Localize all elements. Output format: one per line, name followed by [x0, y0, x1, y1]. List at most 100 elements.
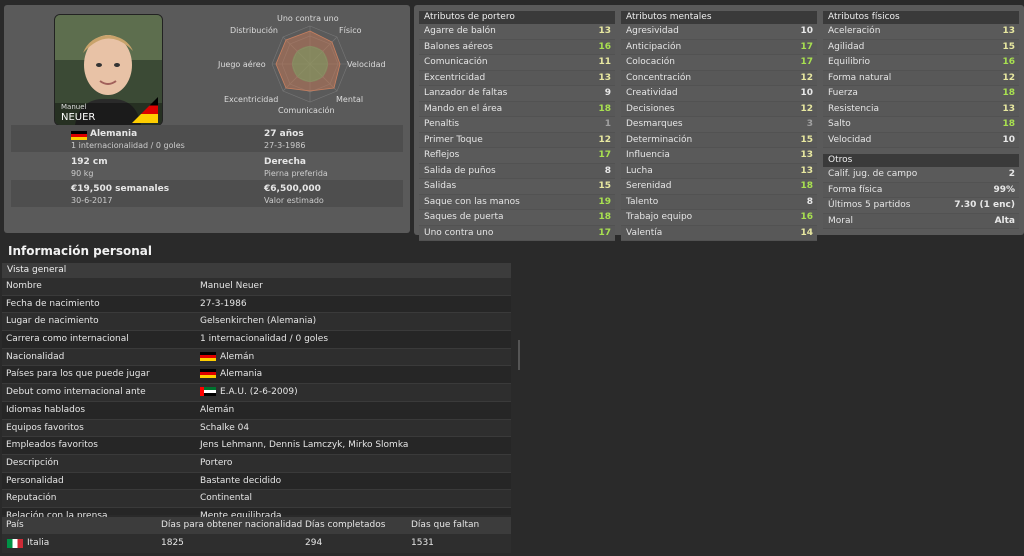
physical-attributes-box: Atributos físicos Aceleración 13 Agilidad 1… — [823, 11, 1019, 148]
attribute-row[interactable]: Fuerza 18 — [823, 86, 1019, 102]
attribute-value: 13 — [800, 165, 813, 176]
attribute-row[interactable]: Saque con las manos 19 — [419, 194, 615, 210]
attribute-row[interactable]: Calif. jug. de campo 2 — [823, 167, 1019, 183]
info-value: Manuel Neuer — [200, 281, 263, 291]
info-row[interactable]: Idiomas hablados Alemán — [2, 402, 511, 420]
attribute-row[interactable]: Salto 18 — [823, 117, 1019, 133]
attribute-row[interactable]: Agresividad 10 — [621, 24, 817, 40]
country-cell: Italia — [27, 538, 50, 548]
attribute-label: Fuerza — [828, 88, 858, 98]
attribute-row[interactable]: Desmarques 3 — [621, 117, 817, 133]
attribute-label: Excentricidad — [424, 72, 486, 83]
attribute-label: Calif. jug. de campo — [828, 169, 918, 179]
attribute-row[interactable]: Lanzador de faltas 9 — [419, 86, 615, 102]
attribute-row[interactable]: Determinación 15 — [621, 132, 817, 148]
dob-text: 27-3-1986 — [264, 141, 306, 150]
attribute-row[interactable]: Velocidad 10 — [823, 132, 1019, 148]
attribute-row[interactable]: Lucha 13 — [621, 163, 817, 179]
attribute-row[interactable]: Decisiones 12 — [621, 101, 817, 117]
table-row[interactable]: Italia 1825 294 1531 — [2, 534, 511, 553]
attribute-row[interactable]: Comunicación 11 — [419, 55, 615, 71]
attribute-label: Concentración — [626, 72, 692, 83]
info-row[interactable]: Equipos favoritos Schalke 04 — [2, 419, 511, 438]
attribute-row[interactable]: Resistencia 13 — [823, 101, 1019, 117]
attribute-row[interactable]: Reflejos 17 — [419, 148, 615, 164]
attribute-value: 16 — [800, 212, 813, 222]
attribute-row[interactable]: Excentricidad 13 — [419, 70, 615, 86]
radar-label-juego-aereo: Juego aéreo — [218, 60, 266, 69]
attribute-row[interactable]: Concentración 12 — [621, 70, 817, 86]
attribute-label: Influencia — [626, 150, 670, 160]
attribute-row[interactable]: Trabajo equipo 16 — [621, 210, 817, 226]
attribute-label: Colocación — [626, 57, 675, 67]
attribute-row[interactable]: Mando en el área 18 — [419, 101, 615, 117]
attribute-row[interactable]: Aceleración 13 — [823, 24, 1019, 40]
attribute-row[interactable]: Primer Toque 12 — [419, 132, 615, 148]
attribute-value: 1 — [604, 119, 611, 129]
wage-text: €19,500 semanales — [71, 184, 170, 194]
header-days-done[interactable]: Días completados — [305, 517, 385, 534]
info-value-text: Alemania — [220, 369, 263, 380]
attribute-row[interactable]: Serenidad 18 — [621, 179, 817, 195]
attribute-row[interactable]: Moral Alta — [823, 213, 1019, 229]
attribute-row[interactable]: Creatividad 10 — [621, 86, 817, 102]
attribute-row[interactable]: Salida de puños 8 — [419, 163, 615, 179]
attribute-row[interactable]: Agilidad 15 — [823, 39, 1019, 55]
attribute-row[interactable]: Balones aéreos 16 — [419, 39, 615, 55]
attribute-value: 17 — [598, 227, 611, 238]
info-label: Personalidad — [6, 475, 64, 486]
attribute-label: Primer Toque — [424, 134, 483, 145]
attribute-row[interactable]: Colocación 17 — [621, 55, 817, 71]
info-row[interactable]: Reputación Continental — [2, 490, 511, 508]
attribute-label: Lucha — [626, 165, 653, 176]
info-row[interactable]: Debut como internacional ante E.A.U. (2-6… — [2, 384, 511, 402]
attribute-row[interactable]: Agarre de balón 13 — [419, 24, 615, 40]
info-value-text: Alemán — [220, 351, 255, 362]
attribute-value: 16 — [598, 41, 611, 52]
attribute-label: Forma natural — [828, 72, 892, 83]
attribute-row[interactable]: Salidas 15 — [419, 179, 615, 195]
info-row[interactable]: Lugar de nacimiento Gelsenkirchen (Aleman… — [2, 313, 511, 332]
attribute-label: Resistencia — [828, 103, 879, 114]
attribute-row[interactable]: Forma natural 12 — [823, 70, 1019, 86]
attribute-row[interactable]: Valentía 14 — [621, 225, 817, 241]
info-row[interactable]: Descripción Portero — [2, 454, 511, 473]
attribute-row[interactable]: Equilibrio 16 — [823, 55, 1019, 71]
header-days-needed[interactable]: Días para obtener nacionalidad — [161, 517, 302, 534]
info-label: Reputación — [6, 493, 57, 504]
info-row[interactable]: Personalidad Bastante decidido — [2, 473, 511, 491]
info-row[interactable]: Países para los que puede jugar Alemania — [2, 366, 511, 385]
mental-attributes-box: Atributos mentales Agresividad 10 Anticipa… — [621, 11, 817, 241]
attribute-label: Mando en el área — [424, 103, 503, 114]
info-row[interactable]: Nombre Manuel Neuer — [2, 278, 511, 296]
info-row[interactable]: Nacionalidad Alemán — [2, 348, 511, 367]
attribute-value: 18 — [800, 181, 813, 191]
attribute-value: 7.30 (1 enc) — [954, 200, 1015, 210]
info-value: Bastante decidido — [200, 475, 282, 486]
attribute-row[interactable]: Forma física 99% — [823, 182, 1019, 198]
attribute-row[interactable]: Influencia 13 — [621, 148, 817, 164]
attribute-row[interactable]: Últimos 5 partidos 7.30 (1 enc) — [823, 198, 1019, 214]
physical-attributes-title: Atributos físicos — [823, 11, 1019, 24]
personal-info-heading: Información personal — [8, 244, 152, 258]
attribute-label: Agarre de balón — [424, 26, 496, 36]
attribute-label: Saques de puerta — [424, 212, 504, 222]
attribute-label: Salida de puños — [424, 165, 496, 176]
preferred-foot-text: Derecha — [264, 157, 306, 167]
header-days-left[interactable]: Días que faltan — [411, 517, 479, 534]
attribute-value: 13 — [598, 26, 611, 36]
splitter-handle[interactable] — [518, 340, 520, 370]
attribute-row[interactable]: Saques de puerta 18 — [419, 210, 615, 226]
attribute-value: 13 — [800, 150, 813, 160]
attribute-row[interactable]: Uno contra uno 17 — [419, 225, 615, 241]
attribute-row[interactable]: Penaltis 1 — [419, 117, 615, 133]
days-left-cell: 1531 — [411, 538, 434, 548]
info-row[interactable]: Fecha de nacimiento 27-3-1986 — [2, 296, 511, 314]
info-row[interactable]: Empleados favoritos Jens Lehmann, Dennis … — [2, 437, 511, 455]
attribute-row[interactable]: Talento 8 — [621, 194, 817, 210]
header-country[interactable]: País — [6, 517, 24, 534]
attribute-row[interactable]: Anticipación 17 — [621, 39, 817, 55]
info-row[interactable]: Carrera como internacional 1 internaciona… — [2, 331, 511, 349]
attribute-label: Aceleración — [828, 26, 881, 36]
italy-flag-icon — [7, 539, 23, 548]
